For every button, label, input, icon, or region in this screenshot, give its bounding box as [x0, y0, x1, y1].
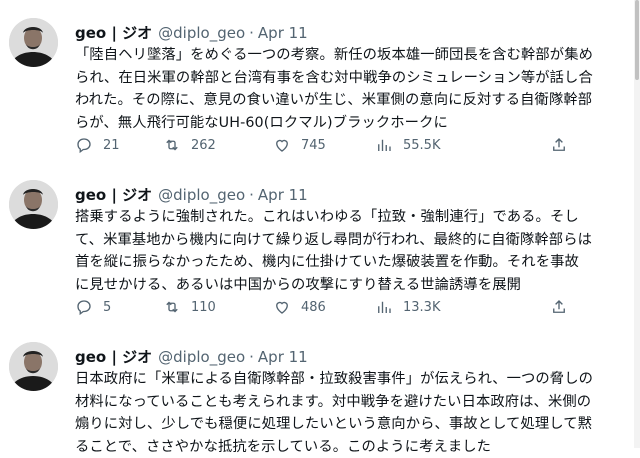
- reply-button[interactable]: 5: [75, 298, 111, 316]
- reply-icon: [75, 298, 93, 316]
- reply-count: 5: [103, 300, 111, 315]
- avatar-photo: [9, 18, 58, 67]
- retweet-icon: [163, 298, 181, 316]
- tweet-text-line: られ、在日米軍の幹部と台湾有事を含む対中戦争のシミュレーション等が話し合: [75, 67, 627, 90]
- reply-icon: [75, 136, 93, 154]
- reply-count: 21: [103, 138, 120, 153]
- tweet-header: geo | ジオ @diplo_geo·Apr 11: [75, 22, 308, 40]
- tweet-text-line: 首を縦に振らなかったため、機内に仕掛けていた爆破装置を作動。それを事故: [75, 251, 627, 274]
- avatar[interactable]: [9, 342, 58, 391]
- reply-button[interactable]: 21: [75, 136, 120, 154]
- tweet-text-line: 日本政府に「米軍による自衛隊幹部・拉致殺害事件」が伝えられ、一つの脅しの: [75, 368, 627, 391]
- author-name[interactable]: geo | ジオ: [75, 186, 152, 204]
- retweet-button[interactable]: 262: [163, 136, 216, 154]
- tweet-3[interactable]: geo | ジオ @diplo_geo·Apr 11 日本政府に「米軍による自衛隊…: [0, 332, 640, 448]
- author-handle[interactable]: @diplo_geo: [158, 186, 245, 204]
- tweet-date[interactable]: Apr 11: [258, 186, 308, 204]
- retweet-icon: [163, 136, 181, 154]
- tweet-text-line: て、米軍基地から機内に向けて繰り返し尋問が行われ、最終的に自衛隊幹部らは: [75, 229, 627, 252]
- share-icon: [550, 298, 568, 316]
- retweet-count: 110: [191, 300, 216, 315]
- separator: ·: [249, 186, 254, 204]
- tweet-header: geo | ジオ @diplo_geo·Apr 11: [75, 184, 308, 202]
- avatar-photo: [9, 342, 58, 391]
- tweet-text: 搭乗するように強制された。これはいわゆる「拉致・強制連行」である。そし て、米軍…: [75, 206, 627, 296]
- author-handle[interactable]: @diplo_geo: [158, 348, 245, 366]
- tweet-text-line: 搭乗するように強制された。これはいわゆる「拉致・強制連行」である。そし: [75, 206, 627, 229]
- avatar[interactable]: [9, 180, 58, 229]
- views-button[interactable]: 13.3K: [375, 298, 440, 316]
- tweet-text-line: らが、無人飛行可能なUH-60(ロクマル)ブラックホークに: [75, 112, 627, 135]
- tweet-2[interactable]: geo | ジオ @diplo_geo·Apr 11 搭乗するように強制された。こ…: [0, 170, 640, 320]
- views-icon: [375, 298, 393, 316]
- scrollbar-thumb[interactable]: [635, 0, 639, 80]
- avatar-photo: [9, 180, 58, 229]
- tweet-text: 日本政府に「米軍による自衛隊幹部・拉致殺害事件」が伝えられ、一つの脅しの 材料に…: [75, 368, 627, 458]
- like-count: 486: [301, 300, 326, 315]
- views-count: 13.3K: [403, 300, 440, 315]
- author-name[interactable]: geo | ジオ: [75, 24, 152, 42]
- tweet-text-line: 材料になっていることも考えられます。対中戦争を避けたい日本政府は、米側の: [75, 391, 627, 414]
- share-icon: [550, 136, 568, 154]
- separator: ·: [249, 348, 254, 366]
- avatar[interactable]: [9, 18, 58, 67]
- share-button[interactable]: [550, 136, 568, 158]
- tweet-text-line: に見せかける、あるいは中国からの攻撃にすり替える世論誘導を展開: [75, 274, 627, 297]
- tweet-text: 「陸自ヘリ墜落」をめぐる一つの考察。新任の坂本雄一師団長を含む幹部が集め られ、…: [75, 44, 627, 134]
- like-icon: [273, 298, 291, 316]
- tweet-header: geo | ジオ @diplo_geo·Apr 11: [75, 346, 308, 364]
- tweet-text-line: 煽りに対し、少しでも穏便に処理したいという意向から、事故として処理して黙: [75, 413, 627, 436]
- views-count: 55.5K: [403, 138, 440, 153]
- tweet-actions: 21 262 745 55.5K: [75, 136, 635, 156]
- tweet-date[interactable]: Apr 11: [258, 24, 308, 42]
- tweet-text-line: ることで、ささやかな抵抗を示している。このように考えました: [75, 436, 627, 458]
- tweet-actions: 5 110 486 13.3K: [75, 298, 635, 318]
- author-handle[interactable]: @diplo_geo: [158, 24, 245, 42]
- separator: ·: [249, 24, 254, 42]
- views-button[interactable]: 55.5K: [375, 136, 440, 154]
- like-count: 745: [301, 138, 326, 153]
- tweet-1[interactable]: geo | ジオ @diplo_geo·Apr 11 「陸自ヘリ墜落」をめぐる一つ…: [0, 8, 640, 158]
- tweet-text-line: 「陸自ヘリ墜落」をめぐる一つの考察。新任の坂本雄一師団長を含む幹部が集め: [75, 44, 627, 67]
- views-icon: [375, 136, 393, 154]
- share-button[interactable]: [550, 298, 568, 320]
- like-button[interactable]: 486: [273, 298, 326, 316]
- tweet-text-line: われた。その際に、意見の食い違いが生じ、米軍側の意向に反対する自衛隊幹部: [75, 89, 627, 112]
- tweet-date[interactable]: Apr 11: [258, 348, 308, 366]
- like-icon: [273, 136, 291, 154]
- retweet-count: 262: [191, 138, 216, 153]
- retweet-button[interactable]: 110: [163, 298, 216, 316]
- like-button[interactable]: 745: [273, 136, 326, 154]
- author-name[interactable]: geo | ジオ: [75, 348, 152, 366]
